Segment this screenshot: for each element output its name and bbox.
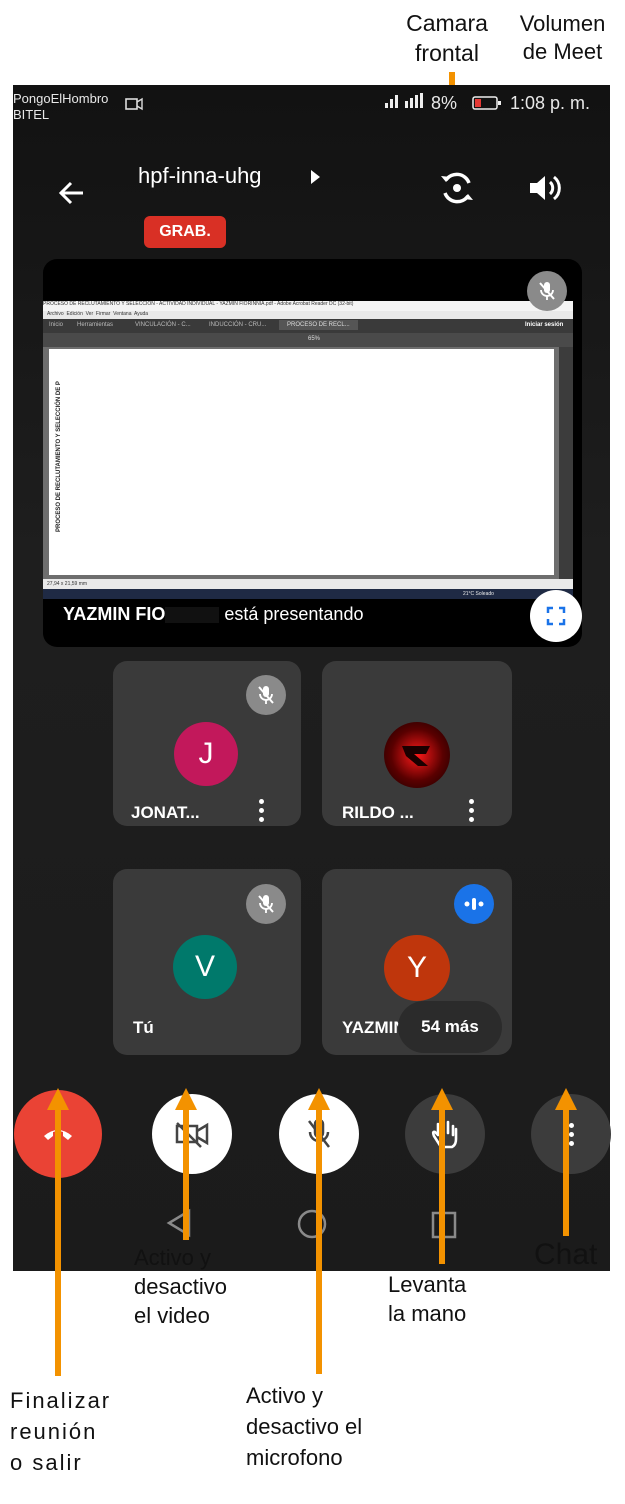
- presentation-tile[interactable]: PROCESO DE RECLUTAMIENTO Y SELECCIÓN - A…: [43, 259, 582, 647]
- mic-off-icon: [246, 884, 286, 924]
- acrobat-menu: Archivo Edición Ver Firmar Ventana Ayuda: [47, 311, 149, 317]
- acrobat-tab: INDUCCIÓN - CRU...: [209, 322, 267, 328]
- arrow-chat: [563, 1108, 569, 1236]
- presenting-text: está presentando: [224, 604, 364, 624]
- presenter-label: YAZMIN FIO está presentando: [63, 604, 363, 625]
- windows-taskbar: 21°C Soleado: [43, 589, 573, 599]
- annotation-camara-frontal: Camara frontal: [406, 10, 488, 66]
- page-size-label: 27,94 x 21,59 mm: [47, 581, 88, 587]
- signal-icon: [383, 93, 427, 114]
- acrobat-right-panel: [559, 347, 573, 579]
- acrobat-tab: VINCULACIÓN - C...: [135, 322, 191, 328]
- shared-screen: PROCESO DE RECLUTAMIENTO Y SELECCIÓN - A…: [43, 301, 573, 599]
- avatar-rildo: [384, 722, 450, 788]
- acrobat-titlebar: PROCESO DE RECLUTAMIENTO Y SELECCIÓN - A…: [43, 301, 573, 311]
- arrow-video: [183, 1108, 189, 1240]
- status-user: PongoElHombro: [13, 91, 109, 106]
- signin-link: Iniciar sesión: [525, 322, 564, 328]
- annotation-microfono: Activo y desactivo el microfono: [246, 1383, 363, 1470]
- zoom-level: 65%: [308, 336, 321, 342]
- avatar-jonat: J: [174, 722, 238, 786]
- chevron-right-icon[interactable]: [309, 169, 321, 190]
- avatar-yazmin: Y: [384, 935, 450, 1001]
- arrow-finalizar: [55, 1108, 61, 1376]
- acrobat-toolbar: 65%: [43, 333, 573, 347]
- more-participants-badge[interactable]: 54 más: [398, 1001, 502, 1053]
- arrow-levanta: [439, 1108, 445, 1264]
- annotation-volumen-meet: Volumen de Meet: [519, 11, 606, 64]
- nav-home-icon[interactable]: [296, 1208, 328, 1245]
- presentation-mic-off-icon: [527, 271, 567, 311]
- name-redaction: [165, 607, 220, 624]
- arrow-mic: [316, 1108, 322, 1374]
- pdf-page: PROCESO DE RECLUTAMIENTO Y SELECCIÓN DE …: [49, 349, 554, 575]
- annotation-finalizar: Finalizar reunión o salir: [10, 1388, 112, 1475]
- arrow-finalizar-head: [47, 1088, 69, 1110]
- battery-icon: [472, 95, 502, 116]
- participant-name: JONAT...: [131, 803, 200, 822]
- document-area: PROCESO DE RECLUTAMIENTO Y SELECCIÓN DE …: [43, 347, 559, 579]
- switch-camera-icon[interactable]: [437, 168, 477, 213]
- participant-name: Tú: [133, 1018, 154, 1037]
- fullscreen-button[interactable]: [530, 590, 582, 642]
- annotation-chat: Chat: [534, 1238, 598, 1271]
- back-arrow-icon[interactable]: [57, 178, 87, 213]
- annotation-video: Activo y desactivo el video: [134, 1245, 227, 1328]
- status-carrier: BITEL: [13, 107, 50, 122]
- vertical-heading: PROCESO DE RECLUTAMIENTO Y SELECCIÓN DE …: [56, 381, 62, 532]
- clock: 1:08 p. m.: [510, 93, 591, 113]
- volume-icon[interactable]: [526, 171, 562, 210]
- speaking-indicator-icon: [454, 884, 494, 924]
- arrow-video-head: [175, 1088, 197, 1110]
- participant-name: RILDO ...: [342, 803, 414, 822]
- participant-tile-jonat[interactable]: J JONAT...: [113, 661, 301, 826]
- acrobat-tabbar: Inicio Herramientas VINCULACIÓN - C... I…: [43, 319, 573, 333]
- annotation-levanta: Levanta la mano: [388, 1272, 467, 1326]
- participant-tile-tu[interactable]: V Tú: [113, 869, 301, 1055]
- acrobat-tab: PROCESO DE RECL...: [279, 320, 358, 330]
- mic-off-icon: [246, 675, 286, 715]
- presenter-name: YAZMIN FIO: [63, 604, 166, 624]
- participant-tile-rildo[interactable]: RILDO ...: [322, 661, 512, 826]
- weather-label: 21°C Soleado: [463, 591, 494, 597]
- more-options-icon[interactable]: [259, 799, 264, 822]
- camera-status-icon: [125, 97, 143, 116]
- arrow-chat-head: [555, 1088, 577, 1110]
- avatar-tu: V: [173, 935, 237, 999]
- battery-percent: 8%: [431, 93, 458, 113]
- acrobat-tab: Inicio: [49, 322, 64, 328]
- participant-tile-yazmin[interactable]: Y YAZMIN FIO... 54 más: [322, 869, 512, 1055]
- meeting-code[interactable]: hpf-inna-uhg: [138, 163, 262, 189]
- kebab-icon: [568, 1122, 574, 1146]
- more-options-icon[interactable]: [469, 799, 474, 822]
- arrow-levanta-head: [431, 1088, 453, 1110]
- arrow-mic-head: [308, 1088, 330, 1110]
- recording-badge: GRAB.: [144, 216, 226, 248]
- acrobat-tab: Herramientas: [77, 322, 114, 328]
